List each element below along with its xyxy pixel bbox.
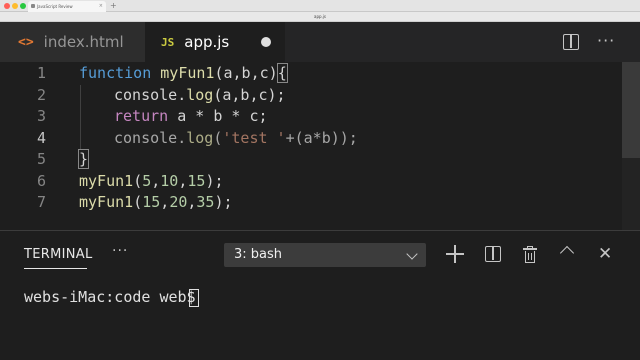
line-number: 3 [36,107,46,125]
code-line: return a * b * c; [114,107,268,125]
browser-tab-close-icon[interactable]: × [99,1,103,12]
tab-label: index.html [43,33,124,51]
code-line: function myFun1(a,b,c){ [79,63,288,83]
close-panel-icon[interactable]: ✕ [598,245,616,263]
line-number: 5 [36,150,46,168]
split-terminal-icon[interactable] [485,246,501,262]
code-line: } [77,149,90,169]
html-file-icon: <> [18,34,34,50]
line-number: 1 [36,64,46,82]
maximize-window-button[interactable] [20,3,26,9]
line-number: 7 [36,193,46,211]
browser-tab[interactable]: JavaScript Review × [28,1,106,12]
terminal-prompt: webs-iMac:code web$ [24,288,205,306]
chevron-up-icon[interactable] [559,245,575,261]
js-file-icon: JS [161,35,175,49]
window-title-bar: app.js [0,12,640,22]
tab-index-html[interactable]: <> index.html [0,22,145,62]
editor-tab-bar: <> index.html JS app.js ··· [0,22,640,62]
tab-label: app.js [184,33,230,51]
active-tab-indicator [24,268,87,269]
favicon-icon [31,4,35,8]
code-editor[interactable]: 1 2 3 4 5 6 7 function myFun1(a,b,c){ co… [0,62,640,230]
code-line: myFun1(15,20,35); [79,193,233,211]
line-number: 6 [36,171,46,190]
unsaved-dot-icon[interactable] [261,37,271,47]
editor-scrollbar-thumb[interactable] [622,62,640,158]
tab-app-js[interactable]: JS app.js [145,22,285,62]
trash-icon[interactable] [523,246,537,263]
terminal-cursor [189,289,199,307]
tab-terminal[interactable]: TERMINAL [24,247,93,262]
line-number: 2 [36,85,46,104]
minimize-window-button[interactable] [12,3,18,9]
code-line: myFun1(5,10,15); [79,171,224,190]
split-editor-icon[interactable] [563,34,579,50]
indent-guide [80,85,81,149]
editor-scrollbar[interactable] [622,62,640,230]
chevron-down-icon [406,248,418,260]
terminal-select-value: 3: bash [234,247,283,262]
code-line: console.log('test '+(a*b)); [114,128,358,147]
line-number-active: 4 [36,128,46,147]
new-tab-button[interactable]: + [110,0,117,12]
browser-tab-strip: JavaScript Review × + [0,0,640,12]
browser-tab-title: JavaScript Review [37,4,73,9]
terminal-panel: TERMINAL ··· 3: bash ✕ webs-iMac:code we… [0,230,640,360]
new-terminal-icon[interactable] [446,245,464,263]
close-window-button[interactable] [4,3,10,9]
window-title: app.js [314,14,326,19]
code-line: console.log(a,b,c); [114,85,286,104]
panel-more-icon[interactable]: ··· [112,243,128,259]
terminal-select[interactable]: 3: bash [224,243,426,267]
more-actions-icon[interactable]: ··· [597,31,615,50]
